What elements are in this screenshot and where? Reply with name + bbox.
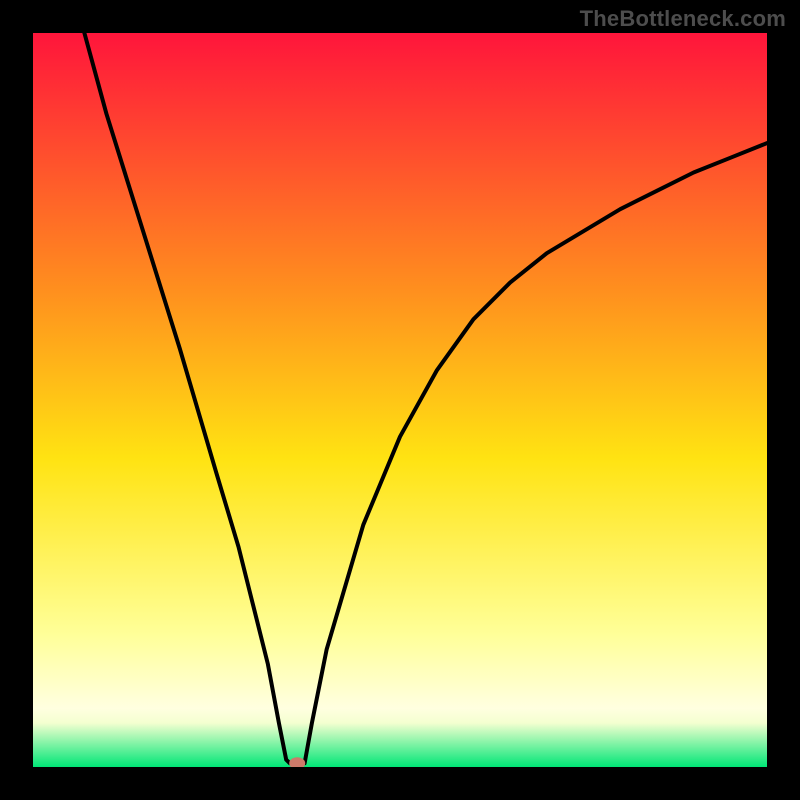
attribution-text: TheBottleneck.com — [580, 6, 786, 32]
plot-area — [33, 33, 767, 767]
chart-frame: TheBottleneck.com — [0, 0, 800, 800]
chart-svg — [33, 33, 767, 767]
gradient-background — [33, 33, 767, 767]
